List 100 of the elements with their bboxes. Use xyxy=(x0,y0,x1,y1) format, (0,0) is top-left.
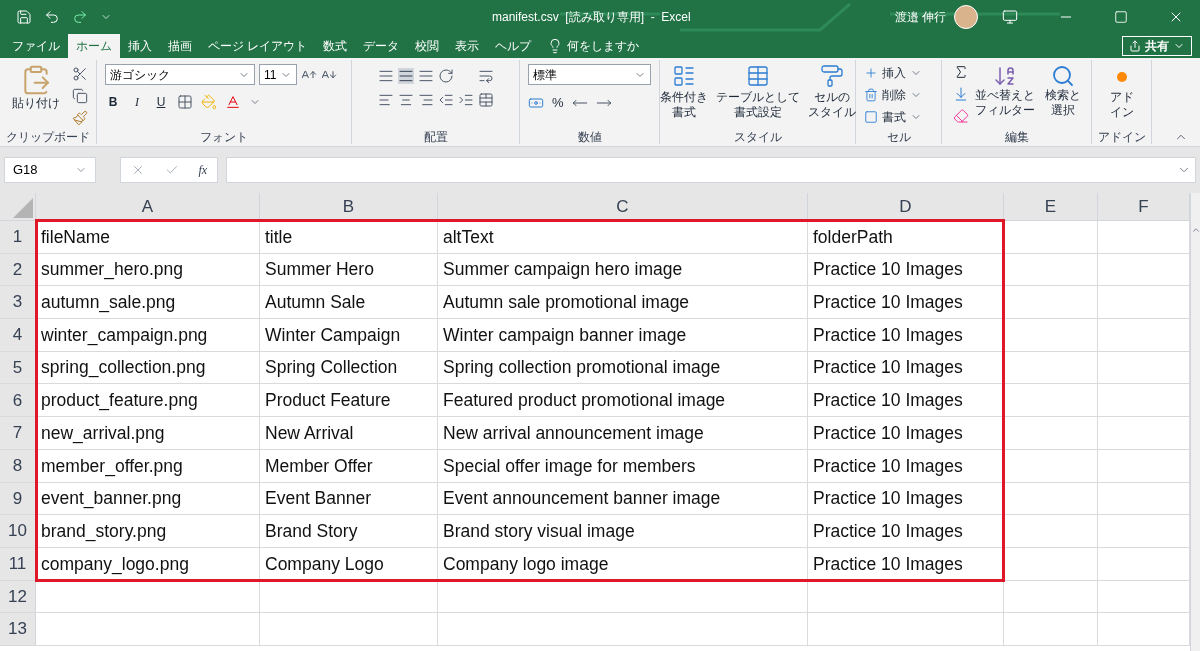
table-icon[interactable] xyxy=(745,64,770,88)
ribbon-tab[interactable]: 表示 xyxy=(447,34,488,58)
ribbon-tab[interactable]: ヘルプ xyxy=(487,34,540,58)
addins-button[interactable]: アド イン xyxy=(1109,90,1134,120)
format-painter-icon[interactable] xyxy=(72,110,88,126)
trash-icon[interactable] xyxy=(864,88,878,102)
row-header[interactable]: 8 xyxy=(0,449,36,482)
row-header[interactable]: 2 xyxy=(0,253,36,286)
row-header[interactable]: 12 xyxy=(0,580,36,613)
table-cell-text: Brand Story xyxy=(265,519,358,543)
fill-color-icon[interactable] xyxy=(201,94,217,110)
table-cell-text: Company Logo xyxy=(265,552,384,576)
align-left-icon[interactable] xyxy=(377,92,394,108)
indent-decrease-icon[interactable] xyxy=(437,92,454,108)
paste-button[interactable]: 貼り付け xyxy=(12,96,60,111)
conditional-format-icon[interactable] xyxy=(671,64,696,88)
table-cell-text: Practice 10 Images xyxy=(813,389,963,413)
cut-icon[interactable] xyxy=(72,66,88,82)
vertical-scrollbar[interactable] xyxy=(1190,193,1200,651)
font-color-icon[interactable] xyxy=(225,94,241,110)
name-box[interactable]: G18 xyxy=(4,157,96,183)
scroll-up-icon[interactable] xyxy=(1190,225,1200,235)
search-icon[interactable] xyxy=(1050,64,1075,88)
ribbon-tab[interactable]: ページ レイアウト xyxy=(200,34,316,58)
save-icon[interactable] xyxy=(16,9,32,25)
sort-icon[interactable] xyxy=(992,64,1017,88)
style-button[interactable]: セルの スタイル xyxy=(807,90,856,120)
format-icon[interactable] xyxy=(864,110,878,124)
ribbon-display-icon[interactable] xyxy=(1002,9,1018,25)
table-cell-text: Spring collection promotional image xyxy=(443,356,721,380)
row-header[interactable]: 6 xyxy=(0,384,36,417)
row-header[interactable]: 4 xyxy=(0,319,36,351)
ribbon-tab[interactable]: 描画 xyxy=(160,34,200,58)
copy-icon[interactable] xyxy=(72,88,88,104)
align-right-icon[interactable] xyxy=(417,92,434,108)
indent-increase-icon[interactable] xyxy=(457,92,474,108)
avatar-icon[interactable] xyxy=(954,5,978,29)
formula-input[interactable] xyxy=(226,157,1196,183)
top-align-icon[interactable] xyxy=(377,68,394,84)
table-cell-text: spring_collection.png xyxy=(41,356,206,380)
font-size-dropdown[interactable]: 11 xyxy=(259,64,297,85)
table-cell-text: Practice 10 Images xyxy=(813,323,963,347)
cell-button[interactable]: 書式 xyxy=(882,108,906,126)
font-style-button[interactable]: I xyxy=(129,93,145,111)
column-header[interactable]: A xyxy=(36,193,260,220)
find-select-button[interactable]: 検索と 選択 xyxy=(1044,88,1081,118)
column-header[interactable]: C xyxy=(438,193,808,220)
merge-icon[interactable] xyxy=(477,92,494,108)
sort-filter-button[interactable]: 並べ替えと フィルター xyxy=(974,88,1035,118)
borders-icon[interactable] xyxy=(177,94,193,110)
percent-button[interactable]: % xyxy=(552,93,564,113)
orientation-icon[interactable] xyxy=(437,68,454,84)
redo-icon[interactable] xyxy=(72,9,88,25)
style-button[interactable]: 条件付き 書式 xyxy=(659,90,708,120)
number-format-dropdown[interactable]: 標準 xyxy=(528,64,651,85)
style-button[interactable]: テーブルとして 書式設定 xyxy=(715,90,800,120)
font-style-button[interactable]: U xyxy=(153,93,169,111)
ribbon-tab[interactable]: ホーム xyxy=(68,34,120,58)
maximize-icon[interactable] xyxy=(1114,10,1128,24)
ribbon-tab[interactable]: ファイル xyxy=(4,34,68,58)
insert-function-button[interactable]: fx xyxy=(198,161,208,179)
column-header[interactable]: E xyxy=(1004,193,1098,220)
user-name: 渡邉 伸行 xyxy=(894,9,946,26)
undo-icon[interactable] xyxy=(44,9,60,25)
cell-button[interactable]: 削除 xyxy=(882,86,906,104)
table-cell-text: Practice 10 Images xyxy=(813,454,963,478)
wrap-text-icon[interactable] xyxy=(477,68,494,84)
ribbon-tab[interactable]: 数式 xyxy=(315,34,356,58)
row-header[interactable]: 10 xyxy=(0,515,36,547)
ribbon-tab[interactable]: 挿入 xyxy=(120,34,160,58)
table-cell-text: Winter campaign banner image xyxy=(443,323,687,347)
ribbon-tab[interactable]: 校閲 xyxy=(407,34,448,58)
font-name-dropdown[interactable]: 游ゴシック xyxy=(105,64,255,85)
column-header[interactable]: B xyxy=(260,193,438,220)
column-header[interactable]: D xyxy=(808,193,1004,220)
font-style-button[interactable]: B xyxy=(105,93,121,111)
cell-button[interactable]: 挿入 xyxy=(882,64,906,82)
align-center-icon[interactable] xyxy=(397,92,414,108)
table-cell-text: Member Offer xyxy=(265,454,373,478)
share-button[interactable]: 共有 xyxy=(1122,36,1192,56)
row-header[interactable]: 7 xyxy=(0,417,36,449)
row-header[interactable]: 3 xyxy=(0,286,36,319)
enter-icon[interactable] xyxy=(164,163,179,177)
paint-roller-icon[interactable] xyxy=(819,64,844,88)
middle-align-icon[interactable] xyxy=(397,68,414,84)
table-cell-text: event_banner.png xyxy=(41,487,182,511)
ribbon-tab[interactable]: データ xyxy=(355,34,408,58)
tell-me-button[interactable]: 何をしますか xyxy=(563,34,644,58)
clear-icon[interactable] xyxy=(952,108,969,124)
insert-icon[interactable] xyxy=(864,66,878,80)
row-header[interactable]: 5 xyxy=(0,351,36,384)
share-icon[interactable] xyxy=(1129,40,1141,52)
row-header[interactable]: 9 xyxy=(0,482,36,515)
bottom-align-icon[interactable] xyxy=(417,68,434,84)
table-cell-text: Summer Hero xyxy=(265,258,374,282)
table-cell-text: Practice 10 Images xyxy=(813,258,963,282)
row-header[interactable]: 1 xyxy=(0,221,36,253)
row-header[interactable]: 13 xyxy=(0,613,36,645)
row-header[interactable]: 11 xyxy=(0,547,36,580)
group-label: スタイル xyxy=(733,130,782,144)
